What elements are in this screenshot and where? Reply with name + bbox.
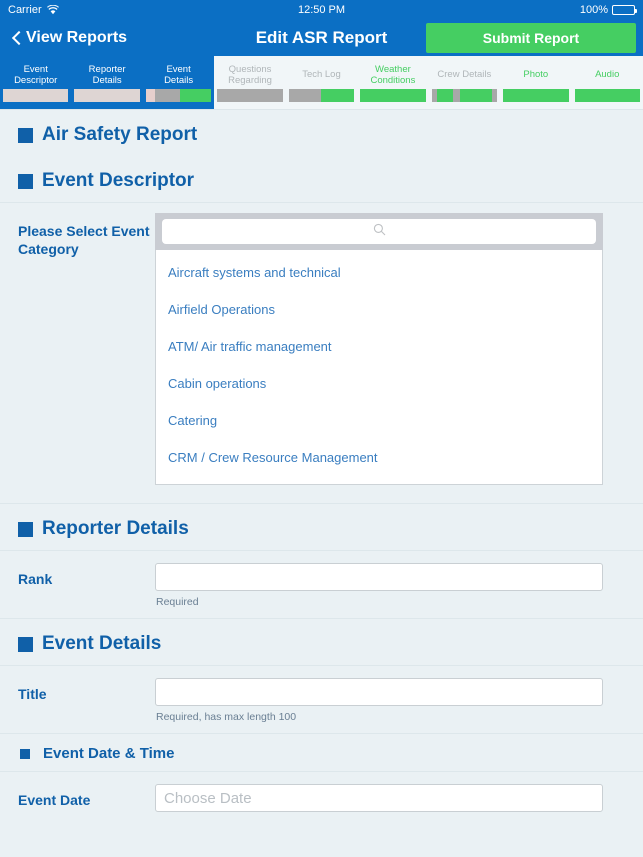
- status-bar-right: 100%: [579, 4, 637, 16]
- tab-audio[interactable]: Audio: [572, 56, 643, 109]
- tab-label: Event Descriptor: [14, 63, 58, 86]
- event-category-label: Please Select Event Category: [18, 223, 150, 257]
- progress-segment: [179, 89, 212, 102]
- progress-segment: [491, 89, 498, 102]
- tab-progress-bar: [574, 89, 640, 102]
- square-bullet-icon: [20, 748, 30, 759]
- report-title-row: Air Safety Report: [0, 110, 643, 156]
- reporter-details-heading-row: Reporter Details: [0, 504, 643, 550]
- search-box[interactable]: [162, 219, 596, 244]
- event-date-time-heading-row: Event Date & Time: [0, 734, 643, 771]
- tab-event-descriptor[interactable]: Event Descriptor: [0, 56, 72, 109]
- navigation-bar: View Reports Edit ASR Report Submit Repo…: [0, 20, 643, 56]
- rank-input[interactable]: [155, 563, 603, 591]
- rank-helper-text: Required: [156, 596, 199, 608]
- event-category-option[interactable]: Cabin operations: [156, 365, 602, 402]
- progress-segment: [217, 89, 283, 102]
- event-date-field-row: Event Date: [0, 772, 643, 822]
- tab-progress-bar: [360, 89, 426, 102]
- title-field-row: Title Required, has max length 100: [0, 666, 643, 733]
- square-bullet-icon: [18, 127, 33, 143]
- tab-label: Weather Conditions: [370, 63, 416, 86]
- tab-photo[interactable]: Photo: [500, 56, 571, 109]
- event-descriptor-heading: Event Descriptor: [42, 170, 195, 191]
- tab-progress-bar: [3, 89, 69, 102]
- tab-reporter-details[interactable]: Reporter Details: [71, 56, 143, 109]
- progress-segment: [436, 89, 454, 102]
- event-date-label: Event Date: [18, 792, 91, 808]
- battery-icon: [612, 5, 637, 15]
- square-bullet-icon: [18, 521, 33, 537]
- tab-progress-bar: [74, 89, 140, 102]
- section-tab-bar: Event Descriptor Reporter Details Event De…: [0, 56, 643, 110]
- event-details-heading: Event Details: [42, 633, 162, 654]
- tab-event-details[interactable]: Event Details: [142, 56, 215, 109]
- event-category-options-list: Aircraft systems and technical Airfield O…: [155, 250, 603, 485]
- tab-progress-bar: [431, 89, 498, 102]
- progress-segment: [574, 89, 640, 102]
- back-button-label: View Reports: [26, 29, 128, 46]
- progress-segment: [3, 89, 69, 102]
- rank-field-body: Required: [155, 563, 603, 608]
- progress-segment: [459, 89, 492, 102]
- tab-progress-bar: [288, 89, 355, 102]
- tab-crew-details[interactable]: Crew Details: [429, 56, 500, 109]
- search-bar-container: [155, 213, 603, 250]
- tab-progress-bar: [503, 89, 569, 102]
- tab-label: Questions Regarding: [228, 63, 272, 86]
- progress-segment: [74, 89, 140, 102]
- progress-segment: [360, 89, 426, 102]
- status-bar: Carrier 12:50 PM 100%: [0, 0, 643, 20]
- chevron-left-icon: [12, 31, 21, 46]
- title-input[interactable]: [155, 678, 603, 706]
- tab-weather-conditions[interactable]: Weather Conditions: [357, 56, 428, 109]
- progress-segment: [321, 89, 355, 102]
- event-category-option[interactable]: ATM/ Air traffic management: [156, 328, 602, 365]
- tab-label: Tech Log: [302, 69, 341, 80]
- tab-label: Audio: [595, 69, 620, 80]
- status-bar-time: 12:50 PM: [297, 4, 346, 16]
- title-field-body: Required, has max length 100: [155, 678, 603, 723]
- report-title: Air Safety Report: [42, 124, 198, 145]
- battery-percent-label: 100%: [579, 4, 608, 16]
- square-bullet-icon: [18, 173, 33, 189]
- event-category-picker: Aircraft systems and technical Airfield O…: [155, 213, 603, 485]
- submit-report-button[interactable]: Submit Report: [426, 23, 636, 53]
- tab-label: Event Details: [164, 63, 194, 86]
- tab-progress-bar: [145, 89, 212, 102]
- back-button[interactable]: View Reports: [4, 29, 127, 47]
- tab-label: Reporter Details: [88, 63, 126, 86]
- title-helper-text: Required, has max length 100: [156, 711, 297, 723]
- rank-label: Rank: [18, 571, 53, 587]
- tab-questions-regarding[interactable]: Questions Regarding: [214, 56, 285, 109]
- square-bullet-icon: [18, 636, 33, 652]
- title-label: Title: [18, 686, 47, 702]
- event-descriptor-heading-row: Event Descriptor: [0, 156, 643, 202]
- event-date-input[interactable]: [155, 784, 603, 812]
- search-input[interactable]: [162, 219, 596, 244]
- tab-tech-log[interactable]: Tech Log: [286, 56, 357, 109]
- event-details-heading-row: Event Details: [0, 619, 643, 665]
- rank-field-row: Rank Required: [0, 551, 643, 618]
- event-category-option[interactable]: Airfield Operations: [156, 291, 602, 328]
- event-date-field-body: [155, 784, 603, 812]
- event-category-option[interactable]: Aircraft systems and technical: [156, 254, 602, 291]
- progress-segment: [503, 89, 569, 102]
- progress-segment: [145, 89, 156, 102]
- event-category-option[interactable]: Catering: [156, 402, 602, 439]
- event-date-time-heading: Event Date & Time: [43, 745, 175, 762]
- progress-segment: [155, 89, 180, 102]
- event-category-row: Please Select Event Category Aircraft sy…: [0, 203, 643, 485]
- event-category-option[interactable]: CRM / Crew Resource Management: [156, 439, 602, 476]
- reporter-details-heading: Reporter Details: [42, 518, 189, 539]
- form-content: Air Safety Report Event Descriptor Pleas…: [0, 110, 643, 822]
- tab-label: Crew Details: [437, 69, 492, 80]
- tab-label: Photo: [523, 69, 549, 80]
- progress-segment: [288, 89, 322, 102]
- tab-progress-bar: [217, 89, 283, 102]
